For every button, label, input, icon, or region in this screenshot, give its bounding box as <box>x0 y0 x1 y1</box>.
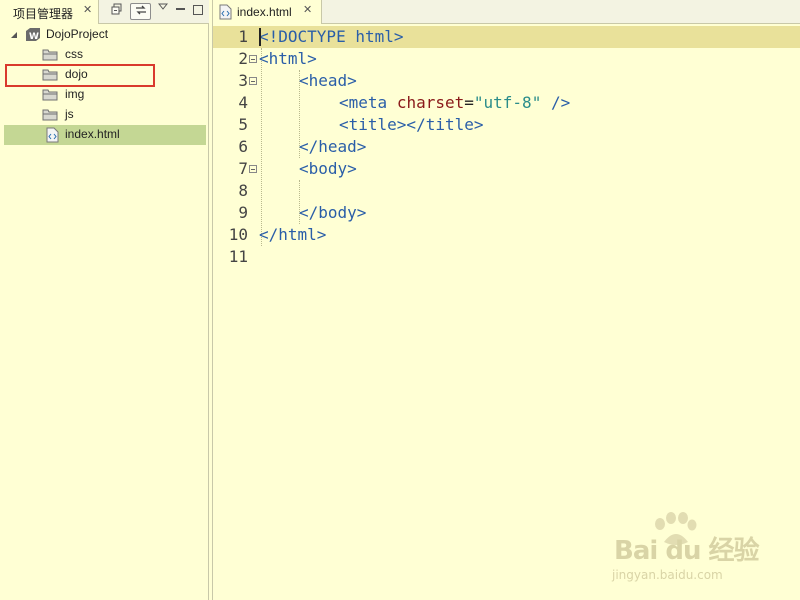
tree-item-js[interactable]: js <box>4 105 206 125</box>
maximize-icon[interactable] <box>190 3 208 20</box>
project-explorer-panel: 项目管理器 ✕ W DojoProject css dojo img js in… <box>0 0 209 600</box>
code-text: <!DOCTYPE html> <box>259 27 404 46</box>
code-line[interactable]: 1 <!DOCTYPE html> <box>213 26 800 48</box>
tree-item-css[interactable]: css <box>4 45 206 65</box>
collapse-all-icon[interactable] <box>108 3 126 20</box>
line-number: 11 <box>228 247 248 266</box>
code-line[interactable]: 7 <body> <box>213 158 800 180</box>
close-icon[interactable]: ✕ <box>83 3 92 16</box>
minimize-icon[interactable] <box>173 3 191 20</box>
code-line[interactable]: 9 </body> <box>213 202 800 224</box>
code-line[interactable]: 2 <html> <box>213 48 800 70</box>
code-line[interactable]: 3 <head> <box>213 70 800 92</box>
line-number: 3 <box>238 71 248 90</box>
line-number: 9 <box>238 203 248 222</box>
watermark-url: jingyan.baidu.com <box>612 568 723 582</box>
code-text: <head> <box>299 71 357 90</box>
line-number: 6 <box>238 137 248 156</box>
tree-item-img[interactable]: img <box>4 85 206 105</box>
code-text: </body> <box>299 203 367 222</box>
code-line[interactable]: 6 </head> <box>213 136 800 158</box>
code-text: <html> <box>259 49 317 68</box>
project-explorer-tab-label: 项目管理器 <box>13 7 74 21</box>
line-number: 1 <box>238 27 248 46</box>
view-menu-icon[interactable] <box>154 1 172 18</box>
folder-icon <box>42 89 58 101</box>
tree-item-index-html[interactable]: index.html <box>4 125 206 145</box>
fold-toggle-icon[interactable] <box>249 77 257 85</box>
line-number: 2 <box>238 49 248 68</box>
code-text: </head> <box>299 137 367 156</box>
code-text: <meta charset="utf-8" /> <box>339 92 570 114</box>
tree-item-label: css <box>65 47 83 61</box>
close-icon[interactable]: ✕ <box>303 3 312 16</box>
fold-toggle-icon[interactable] <box>249 165 257 173</box>
code-line[interactable]: 8 <box>213 180 800 202</box>
tree-item-label: js <box>65 107 74 121</box>
folder-icon <box>42 49 58 61</box>
code-line[interactable]: 4 <meta charset="utf-8" /> <box>213 92 800 114</box>
html-file-icon <box>46 127 59 143</box>
code-line[interactable]: 5 <title></title> <box>213 114 800 136</box>
svg-text:W: W <box>29 32 39 42</box>
editor-tab-label: index.html <box>237 5 292 19</box>
code-editor[interactable]: index.html ✕ 1 <!DOCTYPE html> 2 <html> … <box>212 0 800 600</box>
editor-tabbar: index.html ✕ <box>213 0 800 24</box>
code-token: = <box>464 93 474 112</box>
line-number: 4 <box>238 93 248 112</box>
tree-item-label: img <box>65 87 85 101</box>
code-token: /> <box>541 93 571 112</box>
code-token: charset <box>396 93 465 112</box>
highlight-box <box>5 64 155 87</box>
web-project-icon: W <box>26 28 40 42</box>
code-text: </html> <box>259 225 327 244</box>
folder-icon <box>42 109 58 121</box>
editor-tab-index-html[interactable]: index.html ✕ <box>213 0 322 24</box>
code-text: <title></title> <box>339 115 484 134</box>
code-text: <body> <box>299 159 357 178</box>
line-number: 7 <box>238 159 248 178</box>
tree-item-label: DojoProject <box>46 27 109 41</box>
code-line[interactable]: 11 <box>213 246 800 268</box>
code-line[interactable]: 10 </html> <box>213 224 800 246</box>
fold-toggle-icon[interactable] <box>249 55 257 63</box>
project-explorer-tabbar: 项目管理器 ✕ <box>0 0 209 24</box>
text-cursor <box>259 28 261 46</box>
code-token: <meta <box>339 93 388 112</box>
expand-arrow-icon[interactable] <box>10 31 18 39</box>
line-number: 8 <box>238 181 248 200</box>
link-with-editor-icon[interactable] <box>130 3 151 20</box>
baidu-jingyan-watermark: Bai du 经验 jingyan.baidu.com <box>610 512 790 592</box>
html-file-icon <box>219 4 232 20</box>
watermark-brand: Bai du 经验 <box>614 536 759 566</box>
line-number: 5 <box>238 115 248 134</box>
tree-item-label: index.html <box>65 127 120 141</box>
tree-item-dojoproject[interactable]: W DojoProject <box>4 25 206 45</box>
code-token: "utf-8" <box>473 93 542 112</box>
line-number: 10 <box>228 225 248 244</box>
project-explorer-tab[interactable]: 项目管理器 ✕ <box>0 0 99 24</box>
